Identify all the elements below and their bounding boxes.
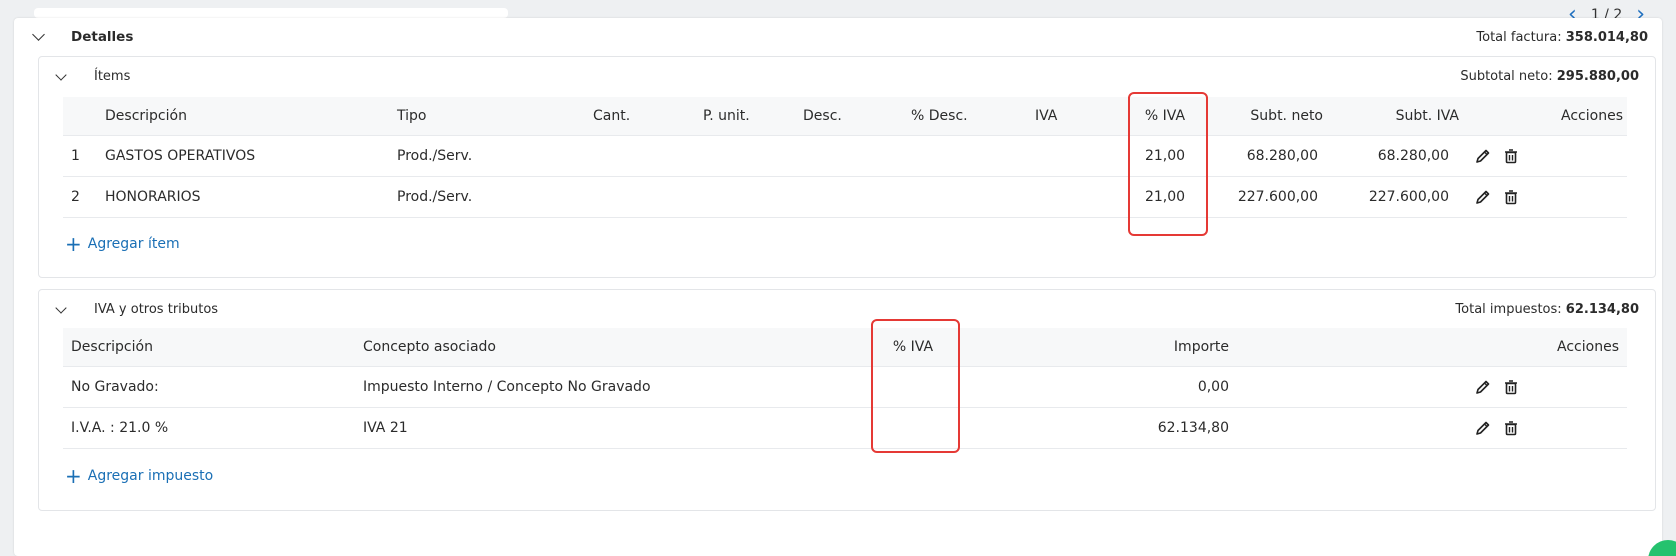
actions-group — [1475, 189, 1519, 205]
row-actions — [1459, 408, 1519, 448]
add-impuesto-label: Agregar impuesto — [87, 468, 214, 484]
trash-icon[interactable] — [1503, 379, 1519, 395]
tributos-col-1: Concepto asociado — [363, 339, 496, 355]
row-tipo: Prod./Serv. — [397, 189, 473, 205]
total-factura-value: 358.014,80 — [1565, 30, 1648, 45]
items-col-7: % IVA — [1144, 108, 1186, 124]
total-impuestos-label: Total impuestos: — [1455, 302, 1562, 317]
trash-icon[interactable] — [1503, 148, 1519, 164]
tributos-title: IVA y otros tributos — [94, 302, 219, 317]
row-number: 1 — [71, 148, 80, 164]
row-pct-iva: 21,00 — [1144, 148, 1186, 164]
trash-icon[interactable] — [1503, 189, 1519, 205]
tributos-col-2: % IVA — [892, 339, 934, 355]
subtotal-neto-label: Subtotal neto: — [1460, 69, 1553, 84]
row-subt-neto: 227.600,00 — [1237, 189, 1318, 205]
items-table-header: Descripción Tipo Cant. P. unit. Desc. % Desc.… — [63, 97, 1627, 136]
items-col-4: Desc. — [803, 108, 842, 124]
add-impuesto-button[interactable]: + Agregar impuesto — [65, 464, 214, 488]
items-title: Ítems — [94, 69, 131, 84]
items-col-2: Cant. — [593, 108, 631, 124]
items-col-1: Tipo — [397, 108, 427, 124]
row-subt-iva: 68.280,00 — [1377, 148, 1449, 164]
add-item-label: Agregar ítem — [87, 236, 180, 252]
row-actions — [1459, 136, 1519, 176]
row-pct-iva — [871, 408, 955, 448]
tributos-section: IVA y otros tributos Total impuestos: 62… — [38, 289, 1656, 511]
row-pct-iva — [871, 367, 955, 407]
items-col-0: Descripción — [105, 108, 187, 124]
tributos-col-4: Acciones — [1557, 339, 1619, 355]
total-impuestos: Total impuestos: 62.134,80 — [1455, 302, 1639, 317]
table-row: 1 GASTOS OPERATIVOS Prod./Serv. 21,00 68.280… — [63, 136, 1627, 177]
detalles-title: Detalles — [71, 29, 134, 45]
items-col-6: IVA — [1035, 108, 1058, 124]
row-subt-iva: 227.600,00 — [1368, 189, 1449, 205]
items-col-3: P. unit. — [703, 108, 750, 124]
actions-group — [1475, 420, 1519, 436]
trash-icon[interactable] — [1503, 420, 1519, 436]
plus-icon: + — [65, 464, 82, 488]
table-row: No Gravado: Impuesto Interno / Concepto N… — [63, 367, 1627, 408]
items-col-8: Subt. neto — [1250, 108, 1323, 124]
chevron-down-icon[interactable] — [55, 302, 67, 314]
pencil-icon[interactable] — [1475, 420, 1491, 436]
row-descripcion: GASTOS OPERATIVOS — [105, 148, 256, 164]
row-descripcion: I.V.A. : 21.0 % — [71, 420, 169, 436]
tributos-table: Descripción Concepto asociado % IVA Importe… — [63, 328, 1627, 488]
total-factura-label: Total factura: — [1476, 30, 1562, 45]
chevron-down-icon[interactable] — [32, 28, 45, 41]
pencil-icon[interactable] — [1475, 148, 1491, 164]
items-col-5: % Desc. — [911, 108, 968, 124]
actions-group — [1475, 379, 1519, 395]
items-col-9: Subt. IVA — [1395, 108, 1459, 124]
tributos-col-3: Importe — [1173, 339, 1229, 355]
pencil-icon[interactable] — [1475, 379, 1491, 395]
row-descripcion: HONORARIOS — [105, 189, 201, 205]
table-row: 2 HONORARIOS Prod./Serv. 21,00 227.600,00 227… — [63, 177, 1627, 218]
total-factura: Total factura: 358.014,80 — [1476, 30, 1648, 45]
plus-icon: + — [65, 232, 82, 256]
items-section: Ítems Subtotal neto: 295.880,00 Descripc… — [38, 56, 1656, 278]
row-concepto: Impuesto Interno / Concepto No Gravado — [363, 379, 651, 395]
row-number: 2 — [71, 189, 80, 205]
row-descripcion: No Gravado: — [71, 379, 159, 395]
items-col-10: Acciones — [1561, 108, 1623, 124]
row-actions — [1459, 177, 1519, 217]
detalles-card: Detalles Total factura: 358.014,80 Ítems… — [14, 18, 1662, 556]
row-actions — [1459, 367, 1519, 407]
row-subt-neto: 68.280,00 — [1246, 148, 1318, 164]
actions-group — [1475, 148, 1519, 164]
row-tipo: Prod./Serv. — [397, 148, 473, 164]
row-importe: 62.134,80 — [1157, 420, 1229, 436]
detalles-header[interactable]: Detalles Total factura: 358.014,80 — [14, 18, 1662, 58]
tributos-table-header: Descripción Concepto asociado % IVA Importe… — [63, 328, 1627, 367]
chevron-down-icon[interactable] — [55, 69, 67, 81]
total-impuestos-value: 62.134,80 — [1565, 302, 1639, 317]
tributos-col-0: Descripción — [71, 339, 153, 355]
add-item-button[interactable]: + Agregar ítem — [65, 232, 180, 256]
table-row: I.V.A. : 21.0 % IVA 21 62.134,80 — [63, 408, 1627, 449]
subtotal-neto: Subtotal neto: 295.880,00 — [1460, 69, 1639, 84]
items-table: Descripción Tipo Cant. P. unit. Desc. % Desc.… — [63, 97, 1627, 257]
search-bar-stub — [34, 8, 508, 18]
row-concepto: IVA 21 — [363, 420, 408, 436]
pencil-icon[interactable] — [1475, 189, 1491, 205]
subtotal-neto-value: 295.880,00 — [1556, 69, 1639, 84]
row-pct-iva: 21,00 — [1144, 189, 1186, 205]
row-importe: 0,00 — [1197, 379, 1229, 395]
